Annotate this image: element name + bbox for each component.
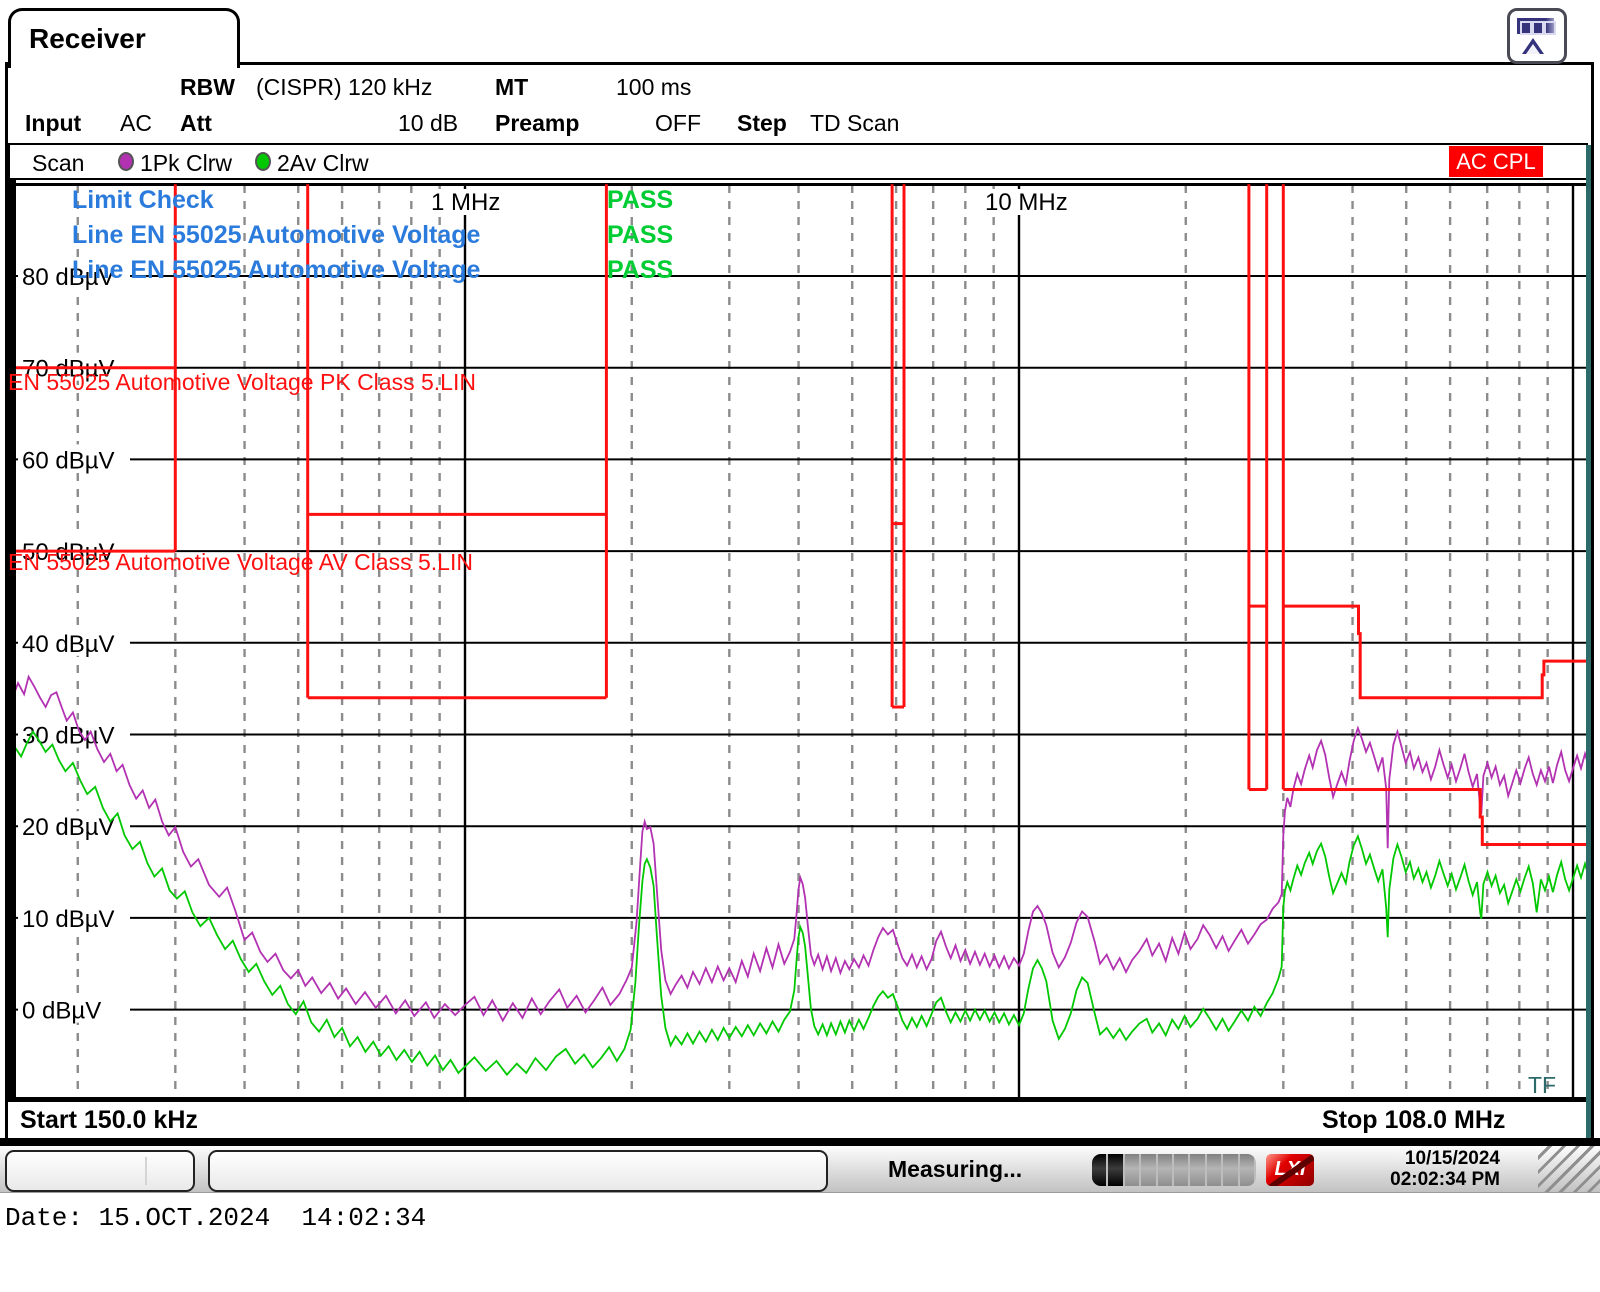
- y-axis-tick-label: 20 dBµV: [22, 814, 115, 841]
- limit-label-av: EN 55025 Automotive Voltage AV Class 5.L…: [8, 549, 473, 576]
- att-value: 10 dB: [398, 110, 458, 137]
- progress-segment: [1092, 1154, 1106, 1186]
- document-date-text: Date: 15.OCT.2024 14:02:34: [5, 1203, 426, 1233]
- plot-right-edge: [1586, 145, 1591, 1139]
- resize-grip-icon[interactable]: [1538, 1146, 1600, 1192]
- stop-frequency: Stop 108.0 MHz: [1322, 1106, 1505, 1135]
- y-axis-tick-label: 60 dBµV: [22, 447, 115, 474]
- measurement-progress-bar: [1092, 1154, 1256, 1186]
- limit-check-title: Limit Check: [72, 186, 214, 215]
- limit-label-pk: EN 55025 Automotive Voltage PK Class 5.L…: [8, 369, 476, 396]
- y-axis-tick-label: 40 dBµV: [22, 631, 115, 658]
- limit-check-result-2: PASS: [607, 256, 673, 285]
- input-value: AC: [120, 110, 152, 137]
- spectrum-plot: 80 dBµV70 dBµV60 dBµV50 dBµV40 dBµV30 dB…: [14, 183, 1592, 1102]
- step-value: TD Scan: [810, 110, 899, 137]
- progress-segment: [1141, 1154, 1155, 1186]
- progress-segment: [1190, 1154, 1204, 1186]
- input-label: Input: [25, 110, 81, 137]
- display-config-icon[interactable]: [1507, 8, 1567, 64]
- ac-coupling-badge: AC CPL: [1449, 146, 1543, 177]
- window-border-left: [5, 62, 8, 1142]
- rbw-value: (CISPR) 120 kHz: [256, 74, 432, 101]
- mt-value: 100 ms: [616, 74, 691, 101]
- receiver-app-window: Receiver RBW (CISPR) 120 kHz MT 100 ms I…: [0, 0, 1600, 1292]
- measuring-status: Measuring...: [888, 1156, 1022, 1183]
- y-axis-tick-label: 0 dBµV: [22, 998, 101, 1025]
- preamp-value: OFF: [655, 110, 701, 137]
- system-time: 02:02:34 PM: [1390, 1169, 1500, 1190]
- progress-segment: [1108, 1154, 1122, 1186]
- limit-check-result-0: PASS: [607, 186, 673, 215]
- display-bar-icon: [1517, 18, 1554, 34]
- scan-title: Scan: [32, 150, 84, 177]
- progress-segment: [1125, 1154, 1139, 1186]
- plot-left-border: [8, 180, 16, 1102]
- scan-status-bar: Scan 1Pk Clrw 2Av Clrw AC CPL: [8, 143, 1588, 180]
- trace1-color-dot-icon: [118, 152, 134, 171]
- step-label: Step: [737, 110, 787, 137]
- status-bar: Measuring... LXI 10/15/2024 02:02:34 PM: [0, 1146, 1600, 1193]
- softkey-button-2[interactable]: [208, 1150, 828, 1192]
- plot-border-bottom: [14, 1097, 1592, 1102]
- start-frequency: Start 150.0 kHz: [20, 1106, 198, 1135]
- att-label: Att: [180, 110, 212, 137]
- limit-check-result-1: PASS: [607, 221, 673, 250]
- window-border-bottom: [0, 1138, 1600, 1146]
- x-axis-decade-label: 1 MHz: [431, 189, 500, 216]
- lxi-logo-icon: LXI: [1266, 1154, 1314, 1186]
- window-border-top: [234, 62, 1594, 65]
- rbw-label: RBW: [180, 74, 235, 101]
- limit-check-line-2: Line EN 55025 Automotive Voltage: [72, 256, 480, 285]
- tab-receiver-label: Receiver: [29, 23, 146, 55]
- limit-check-line-1: Line EN 55025 Automotive Voltage: [72, 221, 480, 250]
- system-date: 10/15/2024: [1390, 1148, 1500, 1169]
- trace1-legend[interactable]: 1Pk Clrw: [140, 150, 232, 177]
- x-axis-decade-label: 10 MHz: [985, 189, 1068, 216]
- progress-segment: [1223, 1154, 1237, 1186]
- tab-receiver[interactable]: Receiver: [8, 8, 240, 68]
- progress-segment: [1207, 1154, 1221, 1186]
- transducer-factor-tag: TF: [1528, 1072, 1556, 1099]
- trace2-color-dot-icon: [255, 152, 271, 171]
- window-border-right: [1591, 62, 1594, 1142]
- progress-segment: [1174, 1154, 1188, 1186]
- mt-label: MT: [495, 74, 528, 101]
- softkey-button-1[interactable]: [5, 1150, 195, 1192]
- button-divider: [145, 1157, 147, 1185]
- preamp-label: Preamp: [495, 110, 579, 137]
- trace2-legend[interactable]: 2Av Clrw: [277, 150, 369, 177]
- progress-segment: [1240, 1154, 1254, 1186]
- progress-segment: [1158, 1154, 1172, 1186]
- y-axis-tick-label: 10 dBµV: [22, 906, 115, 933]
- system-datetime: 10/15/2024 02:02:34 PM: [1390, 1148, 1500, 1190]
